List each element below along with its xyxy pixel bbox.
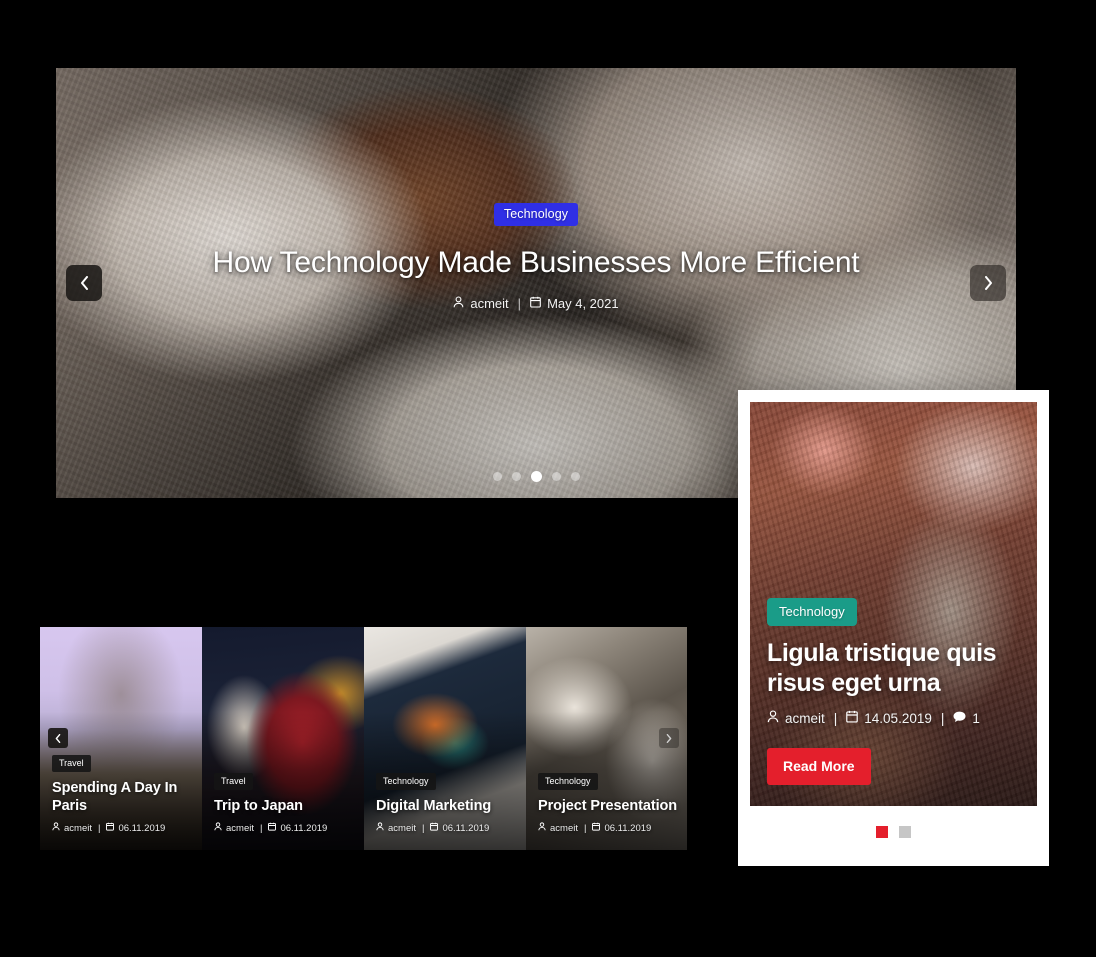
carousel-card-category[interactable]: Travel	[52, 754, 91, 772]
feature-card-comments[interactable]: 1	[953, 711, 980, 726]
feature-card-separator-2: |	[940, 710, 945, 726]
chevron-right-icon	[984, 276, 992, 290]
hero-dot-active[interactable]	[530, 471, 542, 482]
feature-card-body: Technology Ligula tristique quis risus e…	[767, 598, 1023, 785]
carousel-card-meta: acmeit | 06.11.2019	[538, 822, 678, 834]
carousel-card-author-name: acmeit	[550, 822, 578, 834]
carousel-card-meta: acmeit | 06.11.2019	[52, 822, 192, 834]
chevron-right-icon	[666, 733, 672, 743]
user-icon	[376, 822, 384, 834]
carousel-card-meta: acmeit | 06.11.2019	[376, 822, 516, 834]
hero-category-badge[interactable]: Technology	[493, 203, 579, 226]
feature-card-date: 14.05.2019	[846, 710, 932, 726]
feature-card-category-badge[interactable]: Technology	[767, 598, 857, 626]
feature-card-panel[interactable]: Technology Ligula tristique quis risus e…	[738, 390, 1049, 866]
calendar-icon	[106, 822, 115, 834]
carousel-card-separator: |	[259, 822, 263, 834]
feature-card-comment-count: 1	[972, 710, 980, 726]
carousel-card-title[interactable]: Spending A Day In Paris	[52, 779, 192, 815]
hero-author[interactable]: acmeit	[453, 296, 509, 312]
carousel-card-body: Travel Spending A Day In Paris acmeit |	[52, 753, 192, 834]
carousel-card-body: Travel Trip to Japan acmeit | 06.11.2019	[214, 771, 354, 834]
feature-card-pagination[interactable]	[738, 826, 1049, 838]
carousel-card-date: 06.11.2019	[592, 822, 651, 834]
hero-title[interactable]: How Technology Made Businesses More Effi…	[176, 243, 896, 282]
carousel-card-separator: |	[421, 822, 425, 834]
hero-date: May 4, 2021	[530, 296, 619, 311]
carousel-card-author-name: acmeit	[64, 822, 92, 834]
carousel-card-author: acmeit	[538, 822, 578, 834]
user-icon	[538, 822, 546, 834]
feature-card-author: acmeit	[767, 710, 825, 726]
comment-icon	[953, 711, 966, 726]
carousel-card-author-name: acmeit	[226, 822, 254, 834]
feature-card-dot[interactable]	[899, 826, 911, 838]
chevron-left-icon	[55, 733, 61, 743]
carousel-card-separator: |	[583, 822, 587, 834]
hero-author-name: acmeit	[470, 296, 509, 312]
read-more-button[interactable]: Read More	[767, 748, 871, 785]
user-icon	[453, 296, 464, 311]
hero-dot[interactable]	[511, 472, 521, 481]
carousel-card-date-text: 06.11.2019	[280, 822, 328, 834]
carousel-card-date-text: 06.11.2019	[442, 822, 490, 834]
calendar-icon	[430, 822, 439, 834]
calendar-icon	[268, 822, 277, 834]
calendar-icon	[846, 710, 859, 726]
feature-card-author-name: acmeit	[785, 710, 825, 726]
carousel-card-title[interactable]: Digital Marketing	[376, 797, 516, 815]
carousel-card-date-text: 06.11.2019	[604, 822, 652, 834]
post-carousel[interactable]: Travel Spending A Day In Paris acmeit |	[40, 627, 687, 850]
carousel-next-button[interactable]	[659, 728, 679, 748]
carousel-card-author: acmeit	[214, 822, 254, 834]
carousel-card-author: acmeit	[52, 822, 92, 834]
hero-meta-separator: |	[517, 296, 522, 312]
hero-dot[interactable]	[492, 472, 502, 481]
comment-bubble	[953, 711, 966, 722]
user-icon	[52, 822, 60, 834]
user-icon	[767, 710, 779, 726]
carousel-card-date-text: 06.11.2019	[118, 822, 166, 834]
hero-date-text: May 4, 2021	[547, 296, 619, 312]
carousel-card-category[interactable]: Technology	[376, 772, 436, 790]
carousel-card-date: 06.11.2019	[106, 822, 165, 834]
carousel-card-body: Technology Digital Marketing acmeit | 06…	[376, 771, 516, 834]
carousel-card[interactable]: Technology Digital Marketing acmeit | 06…	[364, 627, 526, 850]
carousel-card-date: 06.11.2019	[268, 822, 327, 834]
carousel-card-date: 06.11.2019	[430, 822, 489, 834]
feature-card-dot-active[interactable]	[876, 826, 888, 838]
carousel-card-author-name: acmeit	[388, 822, 416, 834]
carousel-card-category[interactable]: Travel	[214, 772, 253, 790]
carousel-card-title[interactable]: Trip to Japan	[214, 797, 354, 815]
feature-card-title[interactable]: Ligula tristique quis risus eget urna	[767, 638, 1023, 698]
carousel-card-title[interactable]: Project Presentation	[538, 797, 678, 815]
carousel-card-author: acmeit	[376, 822, 416, 834]
calendar-icon	[592, 822, 601, 834]
feature-card-date-text: 14.05.2019	[864, 710, 932, 726]
user-icon	[214, 822, 222, 834]
carousel-prev-button[interactable]	[48, 728, 68, 748]
hero-dot[interactable]	[551, 472, 561, 481]
feature-card-separator-1: |	[833, 710, 838, 726]
hero-dot[interactable]	[570, 472, 580, 481]
chevron-left-icon	[80, 276, 88, 290]
hero-prev-button[interactable]	[66, 265, 102, 301]
hero-meta: acmeit | May 4, 2021	[176, 296, 896, 311]
feature-card-meta: acmeit | 14.05.2019 | 1	[767, 710, 1023, 726]
carousel-card-body: Technology Project Presentation acmeit |	[538, 771, 678, 834]
hero-caption: Technology How Technology Made Businesse…	[56, 203, 1016, 311]
feature-card-slide[interactable]: Technology Ligula tristique quis risus e…	[750, 402, 1037, 806]
calendar-icon	[530, 296, 541, 311]
page-canvas: Technology How Technology Made Businesse…	[0, 0, 1096, 957]
carousel-card-separator: |	[97, 822, 101, 834]
carousel-card[interactable]: Travel Trip to Japan acmeit | 06.11.2019	[202, 627, 364, 850]
hero-next-button[interactable]	[970, 265, 1006, 301]
carousel-card-category[interactable]: Technology	[538, 772, 598, 790]
carousel-card-meta: acmeit | 06.11.2019	[214, 822, 354, 834]
